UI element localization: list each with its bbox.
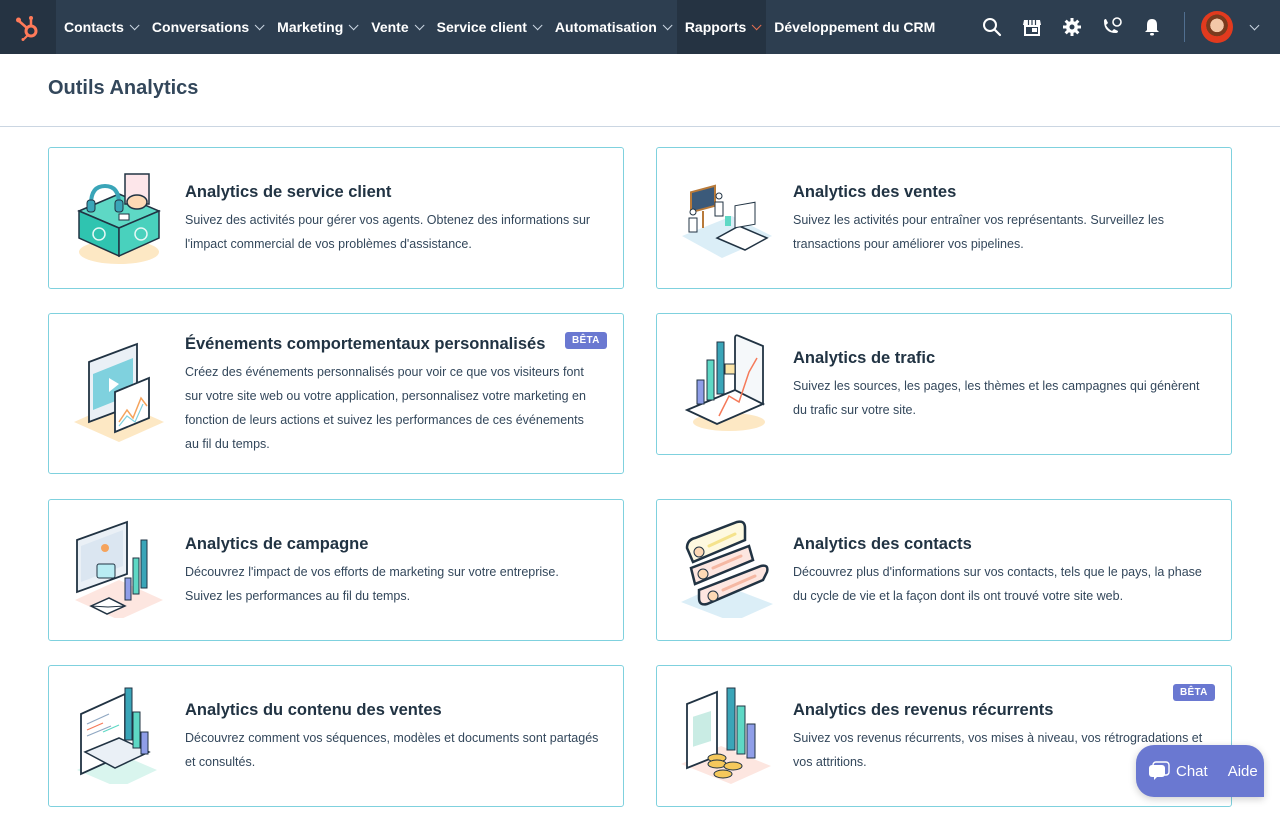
- chevron-down-icon[interactable]: [1249, 20, 1260, 30]
- chevron-down-icon: [532, 19, 543, 30]
- nav-label: Contacts: [64, 19, 124, 35]
- card-title: Analytics du contenu des ventes: [185, 701, 442, 719]
- settings-icon: [1063, 18, 1081, 36]
- chat-bubble-icon: [1149, 761, 1170, 780]
- card-title: Analytics des ventes: [793, 183, 957, 201]
- nav-contacts[interactable]: Contacts: [56, 0, 144, 54]
- card-service-client-analytics[interactable]: Analytics de service client Suivez des a…: [48, 147, 624, 289]
- hubspot-logo[interactable]: [0, 0, 56, 54]
- chat-widget: Chat Aide: [1136, 745, 1264, 797]
- chevron-down-icon: [751, 19, 762, 30]
- card-description: Suivez les activités pour entraîner vos …: [793, 213, 1165, 251]
- chevron-down-icon: [129, 19, 140, 30]
- sales-content-illustration-icon: [77, 687, 157, 784]
- hubspot-sprocket-icon: [16, 16, 38, 41]
- chevron-down-icon: [348, 19, 359, 30]
- card-description: Découvrez l'impact de vos efforts de mar…: [185, 565, 559, 603]
- nav-rapports[interactable]: Rapports: [676, 0, 767, 54]
- search-button[interactable]: [972, 0, 1012, 54]
- chat-button[interactable]: Chat: [1136, 745, 1218, 797]
- service-desk-illustration-icon: [77, 173, 161, 264]
- card-campaign-analytics[interactable]: Analytics de campagne Découvrez l'impact…: [48, 499, 624, 641]
- nav-developpement-crm[interactable]: Développement du CRM: [766, 0, 943, 54]
- nav-label: Marketing: [277, 19, 344, 35]
- card-sales-analytics[interactable]: Analytics des ventes Suivez les activité…: [656, 147, 1232, 289]
- beta-badge: BÊTA: [1173, 684, 1215, 701]
- top-navigation: Contacts Conversations Marketing Vente S…: [0, 0, 1280, 54]
- chevron-down-icon: [254, 19, 265, 30]
- nav-label: Service client: [436, 19, 527, 35]
- calling-icon: [1104, 17, 1122, 33]
- nav-utilities: [972, 0, 1280, 54]
- nav-automatisation[interactable]: Automatisation: [547, 0, 677, 54]
- nav-vente[interactable]: Vente: [363, 0, 428, 54]
- traffic-chart-illustration-icon: [684, 334, 766, 431]
- notifications-icon: [1145, 19, 1159, 36]
- chevron-down-icon: [662, 19, 673, 30]
- notifications-button[interactable]: [1132, 0, 1172, 54]
- beta-badge: BÊTA: [565, 332, 607, 349]
- card-description: Suivez les sources, les pages, les thème…: [793, 379, 1200, 417]
- settings-button[interactable]: [1052, 0, 1092, 54]
- nav-marketing[interactable]: Marketing: [269, 0, 363, 54]
- nav-label: Vente: [371, 19, 409, 35]
- help-label: Aide: [1227, 762, 1258, 780]
- card-custom-behavioral-events[interactable]: Événements comportementaux personnalisés…: [48, 313, 624, 474]
- nav-label: Rapports: [684, 19, 747, 35]
- card-contacts-analytics[interactable]: Analytics des contacts Découvrez plus d'…: [656, 499, 1232, 641]
- calling-button[interactable]: [1092, 0, 1132, 54]
- card-description: Créez des événements personnalisés pour …: [185, 365, 586, 451]
- nav-label: Développement du CRM: [774, 19, 936, 35]
- nav-divider: [1184, 12, 1185, 42]
- nav-service-client[interactable]: Service client: [429, 0, 547, 54]
- search-icon: [983, 18, 1002, 37]
- card-description: Découvrez comment vos séquences, modèles…: [185, 731, 599, 769]
- card-title: Analytics de trafic: [793, 349, 936, 367]
- help-button[interactable]: Aide: [1218, 745, 1268, 797]
- card-title: Analytics des contacts: [793, 535, 972, 553]
- campaign-illustration-icon: [75, 520, 163, 618]
- page-header: Outils Analytics: [0, 54, 1280, 127]
- card-traffic-analytics[interactable]: Analytics de trafic Suivez les sources, …: [656, 313, 1232, 455]
- card-title: Analytics de campagne: [185, 535, 369, 553]
- marketplace-button[interactable]: [1012, 0, 1052, 54]
- contacts-list-illustration-icon: [681, 520, 773, 618]
- card-description: Découvrez plus d'informations sur vos co…: [793, 565, 1202, 603]
- page-title: Outils Analytics: [48, 77, 199, 99]
- card-title: Analytics de service client: [185, 183, 392, 201]
- nav-conversations[interactable]: Conversations: [144, 0, 269, 54]
- main-menu: Contacts Conversations Marketing Vente S…: [56, 0, 943, 54]
- nav-label: Conversations: [151, 19, 250, 35]
- marketplace-icon: [1023, 20, 1041, 36]
- nav-label: Automatisation: [554, 19, 657, 35]
- user-avatar[interactable]: [1201, 11, 1233, 43]
- sales-training-illustration-icon: [682, 184, 772, 258]
- video-events-illustration-icon: [74, 342, 164, 442]
- chevron-down-icon: [414, 19, 425, 30]
- recurring-revenue-illustration-icon: [681, 687, 771, 784]
- card-description: Suivez des activités pour gérer vos agen…: [185, 213, 591, 251]
- chat-label: Chat: [1176, 762, 1208, 780]
- card-title: Analytics des revenus récurrents: [793, 701, 1054, 719]
- card-sales-content-analytics[interactable]: Analytics du contenu des ventes Découvre…: [48, 665, 624, 807]
- card-title: Événements comportementaux personnalisés: [185, 335, 546, 353]
